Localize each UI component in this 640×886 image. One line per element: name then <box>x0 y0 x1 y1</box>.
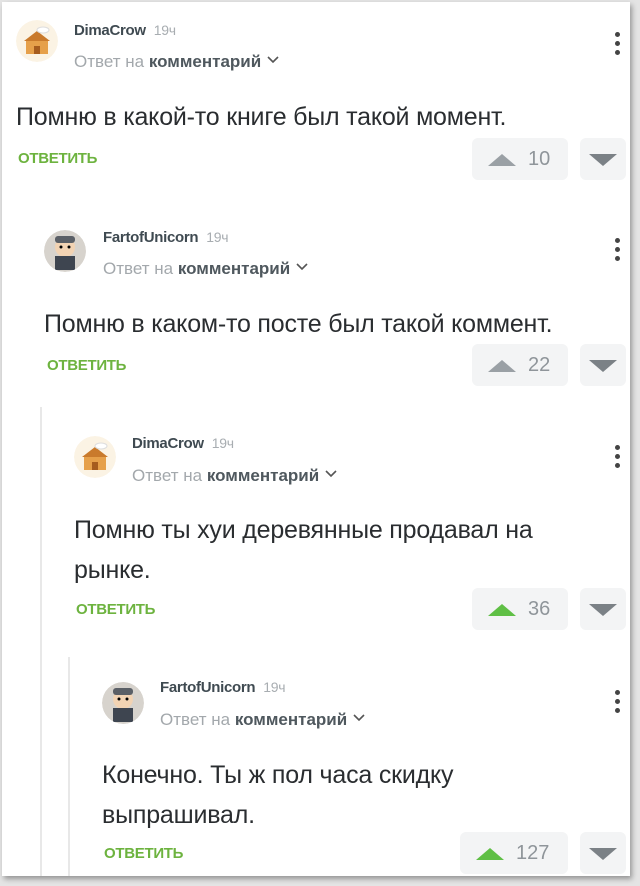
comment-text-line: выпрашивал. <box>102 801 255 829</box>
comment: FartofUnicorn 19ч Ответ на комментарий Ко… <box>2 2 630 876</box>
comment-text-line: Конечно. Ты ж пол часа скидку <box>102 761 454 789</box>
author-name[interactable]: FartofUnicorn <box>160 679 256 696</box>
upvote-button[interactable]: 127 <box>460 832 568 874</box>
comment-author[interactable]: FartofUnicorn 19ч <box>160 679 286 696</box>
comment-text: Конечно. Ты ж пол часа скидку выпрашивал… <box>102 755 454 835</box>
more-menu-icon[interactable] <box>614 690 620 720</box>
reply-prefix: Ответ на <box>160 710 231 729</box>
vote-count: 127 <box>516 842 550 864</box>
comments-thread: DimaCrow 19ч Ответ на комментарий Помню в… <box>2 2 630 876</box>
cartoon-kid-avatar[interactable] <box>102 682 144 724</box>
reply-to[interactable]: Ответ на комментарий <box>160 710 365 730</box>
reply-button[interactable]: ОТВЕТИТЬ <box>104 845 183 862</box>
reply-link[interactable]: комментарий <box>235 710 347 729</box>
downvote-icon <box>589 848 617 860</box>
downvote-button[interactable] <box>580 832 626 874</box>
upvote-icon <box>476 848 504 860</box>
comment-time: 19ч <box>263 679 286 695</box>
chevron-down-icon[interactable] <box>353 713 365 723</box>
